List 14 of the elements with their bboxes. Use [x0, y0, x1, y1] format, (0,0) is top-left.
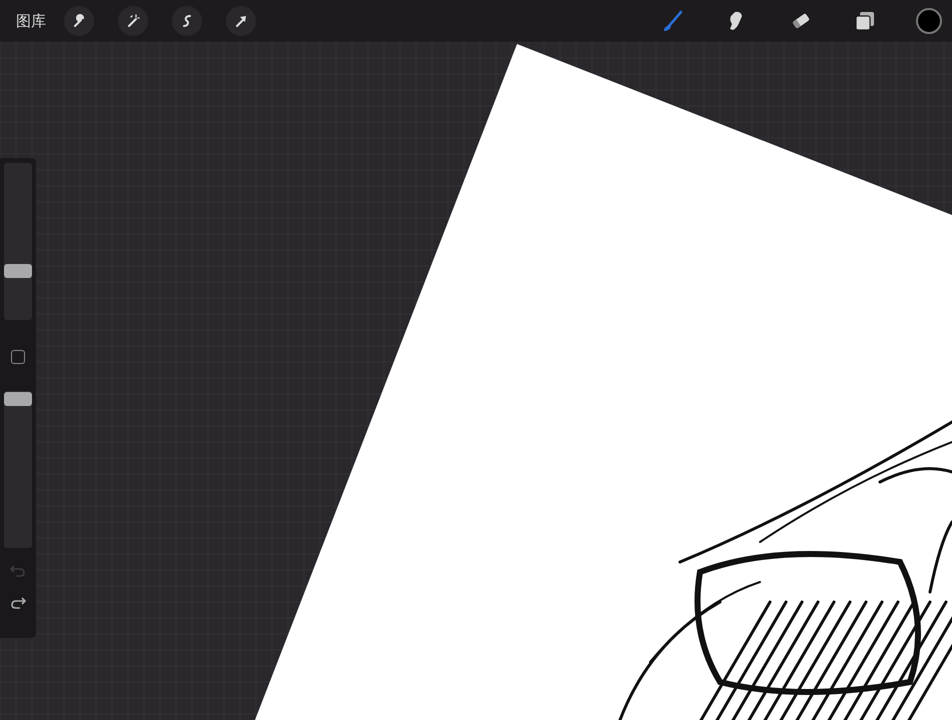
brush-size-slider[interactable]: [4, 163, 32, 320]
modify-button[interactable]: [11, 350, 25, 364]
opacity-slider[interactable]: [4, 391, 32, 548]
brush-icon: [661, 9, 685, 33]
slider-thumb[interactable]: [4, 264, 32, 278]
gallery-button[interactable]: 图库: [16, 12, 46, 30]
curve-tool-button[interactable]: [172, 6, 202, 36]
arrow-tool-button[interactable]: [226, 6, 256, 36]
canvas-paper[interactable]: [255, 44, 952, 720]
wand-icon: [125, 13, 141, 29]
wand-tool-button[interactable]: [118, 6, 148, 36]
color-swatch[interactable]: [916, 8, 942, 34]
arrow-icon: [233, 13, 249, 29]
slider-thumb[interactable]: [4, 392, 32, 406]
